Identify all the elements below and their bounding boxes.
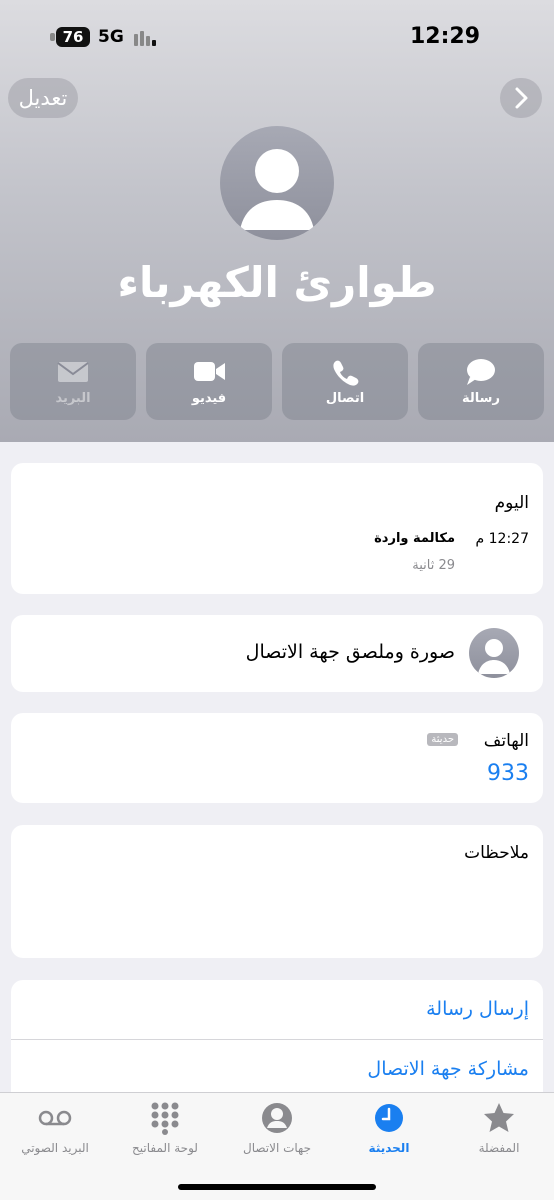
clock-icon [375,1104,403,1132]
star-icon [484,1103,514,1132]
network-type: 5G [98,27,124,47]
tab-voicemail[interactable]: البريد الصوتي [0,1101,110,1155]
contact-photo-poster-row[interactable]: صورة وملصق جهة الاتصال [11,615,543,692]
divider [11,1039,543,1040]
call-button[interactable]: اتصال [282,343,408,420]
send-message-option[interactable]: إرسال رسالة [426,998,529,1020]
voicemail-icon [38,1110,72,1126]
video-camera-icon [194,362,225,381]
person-circle-icon [262,1103,292,1133]
options-card: إرسال رسالة مشاركة جهة الاتصال [11,980,543,1110]
message-button[interactable]: رسالة [418,343,544,420]
mail-button[interactable]: البريد [10,343,136,420]
call-time: 12:27 م [475,531,529,547]
battery-nub [50,33,55,41]
edit-button[interactable]: تعديل [8,78,78,118]
back-button[interactable] [500,78,542,118]
call-day: اليوم [494,493,529,513]
phone-number[interactable]: 933 [487,761,529,786]
keypad-icon [151,1102,179,1135]
share-contact-option[interactable]: مشاركة جهة الاتصال [367,1058,529,1080]
mail-label: البريد [55,391,91,406]
call-type: مكالمة واردة [374,531,455,546]
notes-card[interactable]: ملاحظات [11,825,543,958]
call-label: اتصال [325,391,365,406]
phone-card[interactable]: الهاتف حديثة 933 [11,713,543,803]
battery-indicator: 76 [56,27,90,47]
mail-icon [57,362,89,382]
phone-label: الهاتف [483,731,529,751]
call-duration: 29 ثانية [412,558,455,573]
status-time: 12:29 [409,24,480,49]
contact-photo-avatar [469,628,519,678]
tab-label: جهات الاتصال [242,1141,311,1155]
signal-strength-icon [134,28,162,46]
message-bubble-icon [467,359,495,385]
contact-photo-label: صورة وملصق جهة الاتصال [245,641,455,663]
person-silhouette-icon [478,639,510,674]
contact-name: طوارئ الكهرباء [117,258,437,307]
home-indicator [178,1184,376,1190]
notes-label: ملاحظات [464,843,529,863]
tab-keypad[interactable]: لوحة المفاتيح [110,1101,220,1155]
tab-contacts[interactable]: جهات الاتصال [222,1101,332,1155]
tab-favorites[interactable]: المفضلة [444,1101,554,1155]
phone-icon [333,360,359,386]
person-silhouette-icon [240,149,314,230]
video-label: فيديو [191,391,227,406]
video-button[interactable]: فيديو [146,343,272,420]
tab-label: المفضلة [478,1141,520,1155]
tab-label: الحديثة [368,1141,410,1155]
message-label: رسالة [462,391,500,406]
call-history-card: اليوم 12:27 م مكالمة واردة 29 ثانية [11,463,543,594]
contact-header: 76 5G 12:29 تعديل طوارئ الكهرباء رسالة ا… [0,0,554,442]
tab-label: لوحة المفاتيح [132,1141,198,1155]
recent-badge: حديثة [427,733,458,746]
tab-recents[interactable]: الحديثة [334,1101,444,1155]
tab-label: البريد الصوتي [21,1141,89,1155]
chevron-right-icon [515,87,528,109]
contact-avatar [220,126,334,240]
